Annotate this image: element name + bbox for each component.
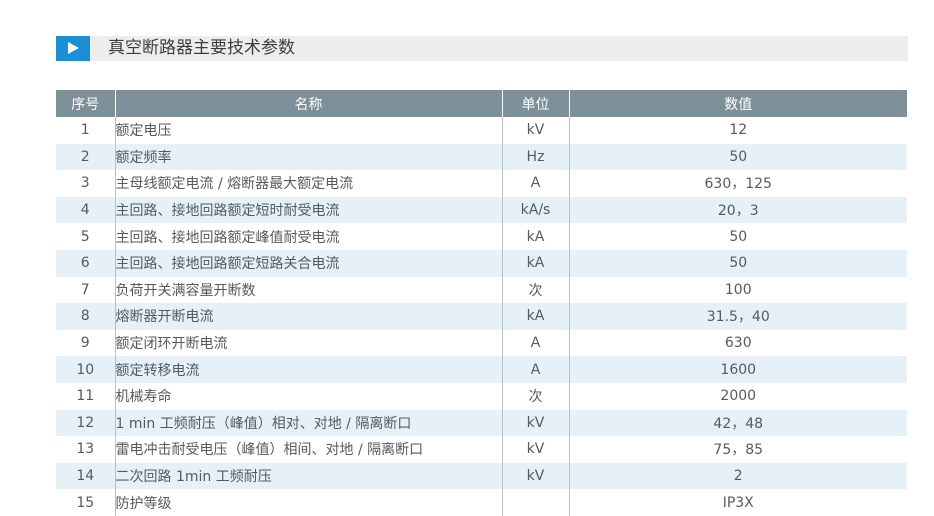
row-unit: A	[502, 329, 570, 357]
row-name: 熔断器开断电流	[115, 303, 503, 330]
table-header-row: 序号 名称 单位 数值	[56, 90, 907, 117]
row-value: 100	[724, 281, 752, 298]
row-index: 6	[56, 249, 116, 277]
row-name: 防护等级	[115, 489, 503, 516]
row-index: 12	[56, 409, 116, 437]
row-value: 20，3	[569, 196, 907, 224]
row-unit: Hz	[502, 143, 570, 171]
row-value: 2	[569, 462, 907, 490]
row-unit: A	[502, 356, 570, 383]
row-unit: kA/s	[502, 196, 570, 224]
row-unit: 次	[502, 276, 570, 304]
row-index: 8	[56, 303, 116, 330]
row-value: 50	[569, 143, 907, 171]
row-name: 额定转移电流	[115, 356, 503, 383]
row-index: 9	[56, 329, 116, 357]
spec-table: 序号 名称 单位 数值 1 额定电压 kV 12 2 额定频率 Hz 50 3 主母线额定电流 /…	[56, 90, 907, 516]
row-name: 额定闭环开断电流	[115, 329, 503, 357]
row-value: 12	[729, 122, 748, 139]
row-unit: kA	[502, 303, 570, 330]
row-index: 5	[56, 223, 116, 250]
section-title-bar: 真空断路器主要技术参数	[56, 36, 908, 61]
row-value: IP3X	[722, 494, 754, 511]
row-name: 二次回路 1min 工频耐压	[115, 462, 503, 490]
table-row: 14 二次回路 1min 工频耐压 kV 2	[56, 462, 907, 490]
table-row: 7 负荷开关满容量开断数次 100	[56, 276, 907, 304]
row-index: 15	[56, 489, 116, 516]
table-row: 10 额定转移电流 A 1600	[56, 356, 907, 383]
row-name: 机械寿命	[115, 382, 503, 410]
row-unit: kV	[502, 436, 570, 463]
table-row: 11 机械寿命次 2000	[56, 382, 907, 410]
row-name: 1 min 工频耐压（峰值）相对、对地 / 隔离断口	[115, 409, 503, 437]
row-value: 31.5，40	[569, 303, 907, 330]
row-value: 50	[569, 249, 907, 277]
table-row: 6 主回路、接地回路额定短路关合电流 kA 50	[56, 249, 907, 277]
table-row: 1 额定电压 kV 12	[56, 117, 907, 144]
table-row: 5 主回路、接地回路额定峰值耐受电流 kA 50	[56, 223, 907, 250]
row-name: 雷电冲击耐受电压（峰值）相间、对地 / 隔离断口	[115, 436, 503, 463]
row-value: 50	[729, 228, 748, 245]
table-row: 12 1 min 工频耐压（峰值）相对、对地 / 隔离断口 kV 42，48	[56, 409, 907, 437]
row-name: 主回路、接地回路额定峰值耐受电流	[115, 223, 503, 250]
row-value: 1600	[569, 356, 907, 383]
row-value: 630，125	[704, 176, 772, 193]
table-row: 13 雷电冲击耐受电压（峰值）相间、对地 / 隔离断口 kV 75，85	[56, 436, 907, 463]
row-unit: kV	[502, 409, 570, 437]
row-value: 2000	[720, 388, 757, 405]
play-triangle-icon	[56, 36, 90, 61]
table-row: 15 防护等级 IP3X	[56, 489, 907, 516]
row-unit: kA	[502, 223, 570, 250]
row-index: 11	[56, 382, 116, 410]
row-index: 4	[56, 196, 116, 224]
row-value: 75，85	[713, 442, 764, 459]
row-unit: kV	[502, 462, 570, 490]
row-value: 630	[724, 335, 752, 352]
row-unit: kA	[502, 249, 570, 277]
row-index: 14	[56, 462, 116, 490]
table-row: 8 熔断器开断电流 kA 31.5，40	[56, 303, 907, 330]
row-name: 额定频率	[115, 143, 503, 171]
row-unit: kV	[502, 117, 570, 144]
section-title: 真空断路器主要技术参数	[108, 38, 295, 58]
header-value: 数值	[569, 90, 907, 117]
row-index: 3	[56, 170, 116, 197]
row-unit	[502, 489, 570, 516]
row-value: 42，48	[569, 409, 907, 437]
row-name: 负荷开关满容量开断数	[115, 276, 503, 304]
row-unit: 次	[502, 382, 570, 410]
row-name: 额定电压	[115, 117, 503, 144]
header-unit: 单位	[502, 90, 570, 117]
row-unit: A	[502, 170, 570, 197]
row-index: 1	[56, 117, 116, 144]
row-name: 主回路、接地回路额定短时耐受电流	[115, 196, 503, 224]
row-name: 主母线额定电流 / 熔断器最大额定电流	[115, 170, 503, 197]
table-row: 2 额定频率 Hz 50	[56, 143, 907, 171]
table-row: 3 主母线额定电流 / 熔断器最大额定电流 A 630，125	[56, 170, 907, 197]
row-index: 10	[56, 356, 116, 383]
row-index: 2	[56, 143, 116, 171]
row-index: 13	[56, 436, 116, 463]
row-index: 7	[56, 276, 116, 304]
table-row: 4 主回路、接地回路额定短时耐受电流 kA/s 20，3	[56, 196, 907, 224]
header-name: 名称	[115, 90, 503, 117]
header-index: 序号	[56, 90, 116, 117]
table-row: 9 额定闭环开断电流 A 630	[56, 329, 907, 357]
row-name: 主回路、接地回路额定短路关合电流	[115, 249, 503, 277]
